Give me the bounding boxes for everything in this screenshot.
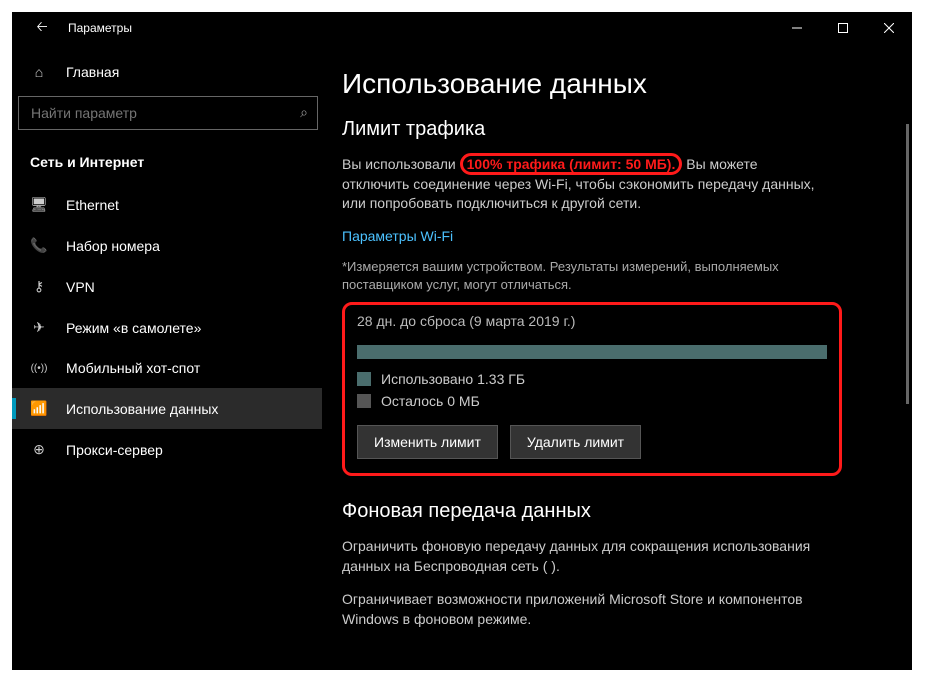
remove-limit-button[interactable]: Удалить лимит: [510, 425, 641, 459]
limit-buttons: Изменить лимит Удалить лимит: [357, 425, 827, 459]
sidebar-item-label: VPN: [66, 279, 95, 295]
used-swatch-icon: [357, 372, 371, 386]
scrollbar[interactable]: [906, 124, 909, 404]
sidebar-item-label: Мобильный хот-спот: [66, 360, 200, 376]
home-label: Главная: [66, 64, 119, 80]
content-area: Использование данных Лимит трафика Вы ис…: [322, 44, 912, 670]
sidebar-item-label: Использование данных: [66, 401, 218, 417]
search-icon: ⌕: [300, 104, 308, 121]
ethernet-icon: 🖥: [30, 196, 48, 213]
maximize-button[interactable]: [820, 12, 866, 44]
vpn-icon: ⚷: [30, 278, 48, 295]
reset-countdown: 28 дн. до сброса (9 марта 2019 г.): [357, 313, 827, 329]
settings-window: 🡠 Параметры ⌂ Главная ⌕: [12, 12, 912, 670]
bg-paragraph: Ограничить фоновую передачу данных для с…: [342, 537, 822, 576]
search-box[interactable]: ⌕: [18, 96, 318, 130]
window-body: ⌂ Главная ⌕ Сеть и Интернет 🖥 Ethernet 📞…: [12, 44, 912, 670]
proxy-icon: ⊕: [30, 441, 48, 458]
sidebar-item-ethernet[interactable]: 🖥 Ethernet: [12, 184, 322, 225]
section-limit-title: Лимит трафика: [342, 118, 878, 141]
used-legend: Использовано 1.33 ГБ: [357, 371, 827, 387]
remaining-swatch-icon: [357, 394, 371, 408]
titlebar: 🡠 Параметры: [12, 12, 912, 44]
home-icon: ⌂: [30, 64, 48, 80]
section-bg-title: Фоновая передача данных: [342, 500, 878, 523]
used-label: Использовано 1.33 ГБ: [381, 371, 525, 387]
sidebar-item-datausage[interactable]: 📶 Использование данных: [12, 388, 322, 429]
window-title: Параметры: [68, 21, 132, 35]
sidebar: ⌂ Главная ⌕ Сеть и Интернет 🖥 Ethernet 📞…: [12, 44, 322, 670]
change-limit-button[interactable]: Изменить лимит: [357, 425, 498, 459]
home-nav[interactable]: ⌂ Главная: [12, 54, 322, 90]
sidebar-item-label: Набор номера: [66, 238, 160, 254]
search-input[interactable]: [18, 96, 318, 130]
sidebar-item-proxy[interactable]: ⊕ Прокси-сервер: [12, 429, 322, 470]
page-title: Использование данных: [342, 68, 878, 100]
bg-paragraph-2: Ограничивает возможности приложений Micr…: [342, 590, 822, 629]
airplane-icon: ✈: [30, 319, 48, 336]
usage-highlight: 100% трафика (лимит: 50 МБ).: [460, 153, 683, 175]
sidebar-item-label: Ethernet: [66, 197, 119, 213]
sidebar-item-airplane[interactable]: ✈ Режим «в самолете»: [12, 307, 322, 348]
sidebar-item-label: Режим «в самолете»: [66, 320, 201, 336]
minimize-button[interactable]: [774, 12, 820, 44]
sidebar-item-label: Прокси-сервер: [66, 442, 163, 458]
limit-details-box: 28 дн. до сброса (9 марта 2019 г.) Испол…: [342, 302, 842, 476]
wifi-settings-link[interactable]: Параметры Wi-Fi: [342, 228, 878, 244]
remaining-legend: Осталось 0 МБ: [357, 393, 827, 409]
hotspot-icon: ((•)): [30, 363, 48, 374]
sidebar-item-vpn[interactable]: ⚷ VPN: [12, 266, 322, 307]
usage-progress-bar: [357, 345, 827, 359]
sidebar-item-dialup[interactable]: 📞 Набор номера: [12, 225, 322, 266]
usage-prefix: Вы использовали: [342, 156, 456, 172]
data-usage-icon: 📶: [30, 400, 48, 417]
back-button[interactable]: 🡠: [22, 12, 62, 44]
measurement-note: *Измеряется вашим устройством. Результат…: [342, 258, 802, 294]
usage-paragraph: Вы использовали 100% трафика (лимит: 50 …: [342, 155, 822, 214]
remaining-label: Осталось 0 МБ: [381, 393, 480, 409]
window-controls: [774, 12, 912, 44]
sidebar-item-hotspot[interactable]: ((•)) Мобильный хот-спот: [12, 348, 322, 388]
category-header: Сеть и Интернет: [12, 136, 322, 184]
close-button[interactable]: [866, 12, 912, 44]
dialup-icon: 📞: [30, 237, 48, 254]
